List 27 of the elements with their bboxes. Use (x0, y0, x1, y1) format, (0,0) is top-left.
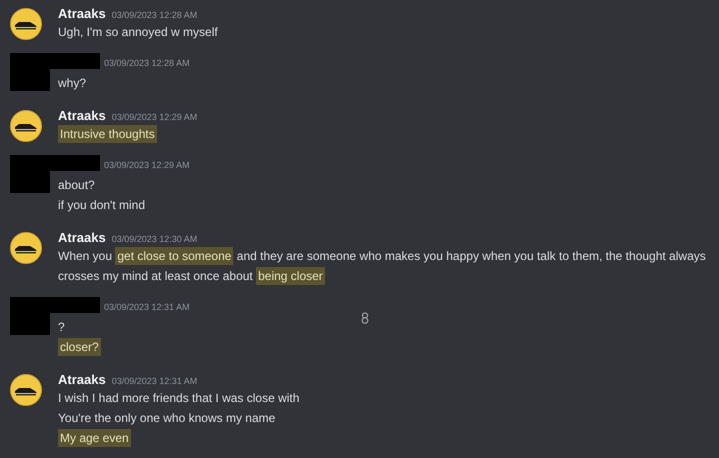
message-text: My age even (58, 428, 131, 448)
username[interactable]: Atraaks (58, 6, 106, 22)
avatar-icon (10, 232, 42, 264)
message-text: When you get close to someone and they are someone who makes you happy when you talk to them, the thought always crosses my mind at least once about being closer (58, 246, 707, 286)
message-text: closer? (58, 337, 101, 357)
avatar-icon (10, 374, 42, 406)
timestamp: 03/09/2023 12:28 AM (112, 9, 198, 22)
message-text: Intrusive thoughts (58, 124, 157, 144)
timestamp: 03/09/2023 12:31 AM (104, 301, 190, 314)
message-text: ? (58, 319, 65, 336)
message-text: You're the only one who knows my name (58, 410, 276, 427)
avatar-icon (10, 110, 42, 142)
message-text: I wish I had more friends that I was close with (58, 390, 300, 407)
avatar-icon (10, 8, 42, 40)
message-text: Ugh, I'm so annoyed w myself (58, 24, 218, 41)
message-text: why? (58, 75, 86, 92)
timestamp: 03/09/2023 12:29 AM (112, 111, 198, 124)
message-text: if you don't mind (58, 197, 146, 214)
timestamp: 03/09/2023 12:30 AM (112, 233, 198, 246)
message-text: about? (58, 177, 95, 194)
timestamp: 03/09/2023 12:29 AM (104, 159, 190, 172)
cursor-icon (361, 312, 369, 324)
timestamp: 03/09/2023 12:31 AM (112, 375, 198, 388)
username[interactable]: Atraaks (58, 230, 106, 246)
username[interactable]: Atraaks (58, 108, 106, 124)
timestamp: 03/09/2023 12:28 AM (104, 57, 190, 70)
username[interactable]: Atraaks (58, 372, 106, 388)
